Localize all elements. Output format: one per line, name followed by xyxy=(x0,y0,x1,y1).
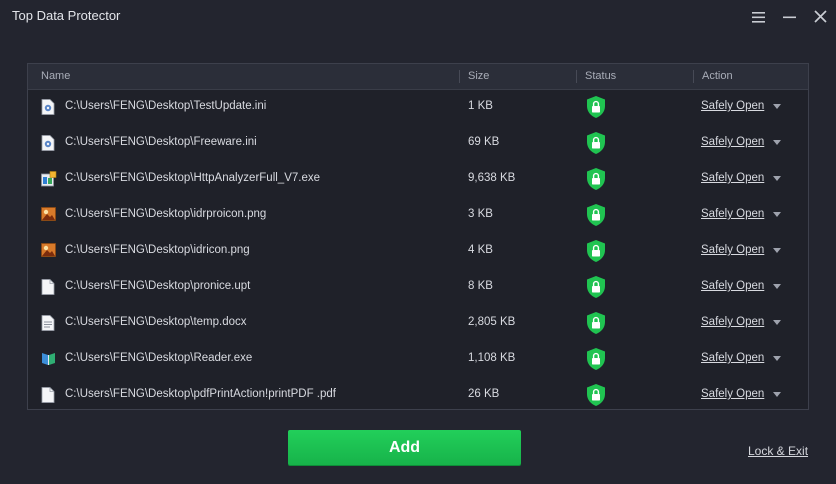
chevron-down-icon[interactable] xyxy=(773,211,782,217)
safely-open-link[interactable]: Safely Open xyxy=(701,280,764,292)
lock-exit-link[interactable]: Lock & Exit xyxy=(748,444,808,458)
png-image-icon xyxy=(41,207,56,223)
chevron-down-icon[interactable] xyxy=(773,319,782,325)
file-path: C:\Users\FENG\Desktop\idricon.png xyxy=(65,244,250,256)
table-row[interactable]: C:\Users\FENG\Desktop\Reader.exe 1,108 KB… xyxy=(28,341,808,377)
safely-open-link[interactable]: Safely Open xyxy=(701,208,764,220)
table-row[interactable]: C:\Users\FENG\Desktop\Freeware.ini 69 KB S… xyxy=(28,125,808,161)
safely-open-link[interactable]: Safely Open xyxy=(701,172,764,184)
chevron-down-icon[interactable] xyxy=(773,283,782,289)
safely-open-link[interactable]: Safely Open xyxy=(701,388,764,400)
column-header-status[interactable]: Status xyxy=(585,64,616,89)
safely-open-dropdown[interactable]: Safely Open xyxy=(701,276,782,296)
table-row[interactable]: C:\Users\FENG\Desktop\HttpAnalyzerFull_V… xyxy=(28,161,808,197)
safely-open-link[interactable]: Safely Open xyxy=(701,244,764,256)
title-bar: Top Data Protector xyxy=(0,0,836,36)
file-path: C:\Users\FENG\Desktop\HttpAnalyzerFull_V… xyxy=(65,172,321,184)
table-row[interactable]: C:\Users\FENG\Desktop\pdfPrintAction!pri… xyxy=(28,377,808,413)
file-path: C:\Users\FENG\Desktop\pronice.upt xyxy=(65,280,251,292)
document-file-icon xyxy=(41,315,55,331)
safely-open-link[interactable]: Safely Open xyxy=(701,136,764,148)
file-path: C:\Users\FENG\Desktop\idrproicon.png xyxy=(65,208,267,220)
ini-file-icon xyxy=(41,135,55,151)
file-path: C:\Users\FENG\Desktop\Reader.exe xyxy=(65,352,253,364)
protected-shield-icon xyxy=(585,167,607,191)
book-app-icon xyxy=(41,351,55,367)
exe-app-icon xyxy=(41,171,57,187)
ini-file-icon xyxy=(41,99,55,115)
protected-files-table: Name Size Status Action C:\Users\FENG\De… xyxy=(27,63,809,410)
column-divider xyxy=(576,70,577,83)
table-header: Name Size Status Action xyxy=(28,64,808,90)
blank-file-icon xyxy=(41,279,55,295)
protected-shield-icon xyxy=(585,131,607,155)
app-title: Top Data Protector xyxy=(12,8,121,23)
safely-open-dropdown[interactable]: Safely Open xyxy=(701,132,782,152)
file-size: 4 KB xyxy=(468,244,493,256)
table-row[interactable]: C:\Users\FENG\Desktop\TestUpdate.ini 1 KB… xyxy=(28,89,808,125)
file-size: 69 KB xyxy=(468,136,500,148)
safely-open-dropdown[interactable]: Safely Open xyxy=(701,240,782,260)
chevron-down-icon[interactable] xyxy=(773,391,782,397)
file-size: 8 KB xyxy=(468,280,493,292)
column-divider xyxy=(693,70,694,83)
protected-shield-icon xyxy=(585,311,607,335)
file-size: 3 KB xyxy=(468,208,493,220)
protected-shield-icon xyxy=(585,347,607,371)
column-header-name[interactable]: Name xyxy=(41,64,70,89)
protected-shield-icon xyxy=(585,383,607,407)
blank-file-icon xyxy=(41,387,55,403)
file-size: 26 KB xyxy=(468,388,500,400)
safely-open-dropdown[interactable]: Safely Open xyxy=(701,312,782,332)
file-path: C:\Users\FENG\Desktop\temp.docx xyxy=(65,316,247,328)
column-divider xyxy=(459,70,460,83)
safely-open-dropdown[interactable]: Safely Open xyxy=(701,168,782,188)
safely-open-link[interactable]: Safely Open xyxy=(701,316,764,328)
chevron-down-icon[interactable] xyxy=(773,103,782,109)
safely-open-dropdown[interactable]: Safely Open xyxy=(701,96,782,116)
file-path: C:\Users\FENG\Desktop\TestUpdate.ini xyxy=(65,100,267,112)
file-path: C:\Users\FENG\Desktop\Freeware.ini xyxy=(65,136,257,148)
table-row[interactable]: C:\Users\FENG\Desktop\pronice.upt 8 KB Saf… xyxy=(28,269,808,305)
file-size: 1,108 KB xyxy=(468,352,516,364)
file-size: 9,638 KB xyxy=(468,172,516,184)
safely-open-link[interactable]: Safely Open xyxy=(701,352,764,364)
file-size: 2,805 KB xyxy=(468,316,516,328)
protected-shield-icon xyxy=(585,203,607,227)
minimize-icon[interactable] xyxy=(781,8,799,26)
chevron-down-icon[interactable] xyxy=(773,175,782,181)
table-row[interactable]: C:\Users\FENG\Desktop\idricon.png 4 KB Saf… xyxy=(28,233,808,269)
safely-open-link[interactable]: Safely Open xyxy=(701,100,764,112)
chevron-down-icon[interactable] xyxy=(773,247,782,253)
add-button[interactable]: Add xyxy=(288,430,521,465)
safely-open-dropdown[interactable]: Safely Open xyxy=(701,348,782,368)
chevron-down-icon[interactable] xyxy=(773,139,782,145)
column-header-size[interactable]: Size xyxy=(468,64,489,89)
file-size: 1 KB xyxy=(468,100,493,112)
protected-shield-icon xyxy=(585,275,607,299)
column-header-action[interactable]: Action xyxy=(702,64,733,89)
safely-open-dropdown[interactable]: Safely Open xyxy=(701,204,782,224)
chevron-down-icon[interactable] xyxy=(773,355,782,361)
png-image-icon xyxy=(41,243,56,259)
menu-icon[interactable] xyxy=(750,8,768,26)
table-row[interactable]: C:\Users\FENG\Desktop\idrproicon.png 3 KB… xyxy=(28,197,808,233)
protected-shield-icon xyxy=(585,95,607,119)
protected-shield-icon xyxy=(585,239,607,263)
file-path: C:\Users\FENG\Desktop\pdfPrintAction!pri… xyxy=(65,388,336,400)
close-icon[interactable] xyxy=(812,8,830,26)
table-row[interactable]: C:\Users\FENG\Desktop\temp.docx 2,805 KB S… xyxy=(28,305,808,341)
safely-open-dropdown[interactable]: Safely Open xyxy=(701,384,782,404)
